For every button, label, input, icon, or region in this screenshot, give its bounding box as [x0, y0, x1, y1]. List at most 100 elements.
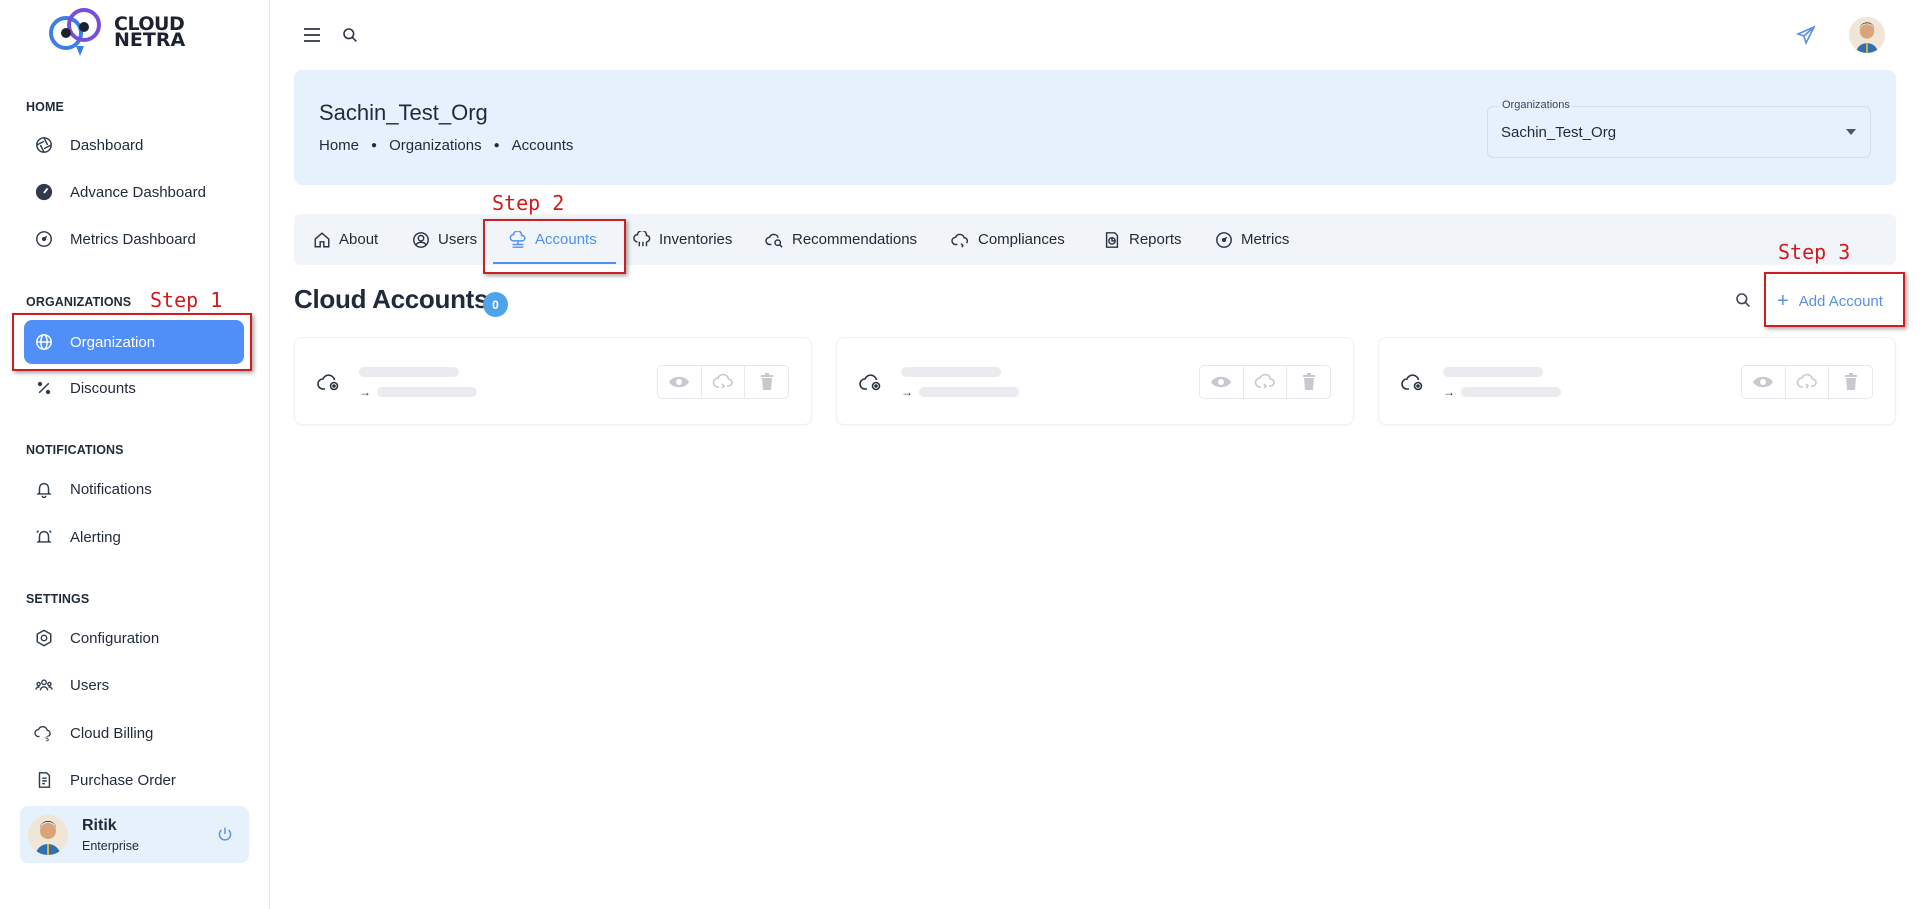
skeleton-line	[1443, 367, 1543, 377]
view-button[interactable]	[1742, 366, 1785, 398]
tab-inventories[interactable]: Inventories	[632, 214, 732, 265]
user-card[interactable]: Ritik Enterprise	[20, 806, 249, 863]
cloud-sync-icon	[1254, 373, 1275, 389]
sidebar-item-purchase-order[interactable]: Purchase Order	[24, 759, 244, 801]
tab-metrics[interactable]: Metrics	[1214, 214, 1289, 265]
cloud-location-icon	[859, 371, 885, 395]
skeleton-line	[901, 367, 1001, 377]
sidebar-item-label: Alerting	[70, 528, 121, 546]
alarm-icon	[34, 527, 54, 547]
trash-icon	[760, 373, 773, 390]
step1-label: Step 1	[150, 288, 223, 312]
cloud-stack-icon	[632, 230, 652, 250]
breadcrumb-home[interactable]: Home	[319, 137, 359, 154]
sidebar-item-users[interactable]: Users	[24, 664, 244, 706]
logo-line2: NETRA	[114, 29, 186, 51]
percent-icon	[34, 378, 54, 398]
gauge-icon	[1214, 230, 1234, 250]
cloudnetra-logo[interactable]: CLOUD NETRA	[48, 6, 204, 58]
report-icon	[1102, 230, 1122, 250]
logout-button[interactable]	[215, 824, 235, 844]
svg-text:$: $	[45, 734, 50, 742]
delete-button[interactable]	[744, 366, 788, 398]
tab-label: Reports	[1129, 231, 1182, 248]
sidebar-item-cloud-billing[interactable]: $ Cloud Billing	[24, 712, 244, 754]
accounts-search-button[interactable]	[1731, 288, 1755, 312]
sidebar-item-notifications[interactable]: Notifications	[24, 468, 244, 510]
sidebar-item-configuration[interactable]: Configuration	[24, 617, 244, 659]
sidebar-item-metrics-dashboard[interactable]: Metrics Dashboard	[24, 218, 244, 260]
delete-button[interactable]	[1286, 366, 1330, 398]
logo-mark-icon	[49, 8, 101, 56]
tab-users[interactable]: Users	[411, 214, 477, 265]
eye-icon	[669, 376, 690, 388]
tab-compliances[interactable]: Compliances	[951, 214, 1065, 265]
breadcrumb: Home ● Organizations ● Accounts	[319, 137, 573, 154]
eye-icon	[1753, 376, 1774, 388]
organization-select[interactable]: Organizations Sachin_Test_Org	[1487, 99, 1871, 158]
section-heading: Cloud Accounts	[294, 284, 489, 314]
step1-highlight	[12, 313, 252, 371]
user-name: Ritik	[82, 816, 117, 834]
sidebar-item-alerting[interactable]: Alerting	[24, 516, 244, 558]
hamburger-icon	[304, 28, 320, 42]
breadcrumb-organizations[interactable]: Organizations	[389, 137, 482, 154]
search-icon	[343, 28, 357, 42]
tab-about[interactable]: About	[312, 214, 378, 265]
view-button[interactable]	[1200, 366, 1243, 398]
search-icon	[1736, 293, 1750, 307]
power-icon	[218, 827, 232, 841]
profile-avatar[interactable]	[1849, 17, 1885, 53]
sidebar-item-discounts[interactable]: Discounts	[24, 367, 244, 409]
aperture-icon	[34, 135, 54, 155]
step3-highlight	[1764, 272, 1905, 327]
view-button[interactable]	[658, 366, 701, 398]
sidebar-item-label: Purchase Order	[70, 771, 176, 789]
tab-label: About	[339, 231, 379, 248]
sync-button[interactable]	[1242, 366, 1287, 398]
sync-button[interactable]	[1784, 366, 1829, 398]
sidebar-item-dashboard[interactable]: Dashboard	[24, 124, 244, 166]
arrow-right-icon: →	[359, 385, 371, 399]
avatar-image	[1849, 17, 1885, 53]
sidebar-item-label: Discounts	[70, 379, 136, 397]
breadcrumb-separator: ●	[493, 140, 500, 151]
section-notifications: NOTIFICATIONS	[26, 443, 124, 457]
cloud-dollar-icon: $	[34, 723, 54, 743]
user-circle-icon	[411, 230, 431, 250]
sidebar-item-advance-dashboard[interactable]: Advance Dashboard	[24, 171, 244, 213]
tab-recommendations[interactable]: Recommendations	[765, 214, 917, 265]
skeleton-line	[377, 387, 477, 397]
cloud-location-icon	[1401, 371, 1427, 395]
card-actions	[1199, 365, 1331, 399]
user-role: Enterprise	[82, 838, 139, 853]
send-button[interactable]	[1794, 23, 1818, 47]
tab-reports[interactable]: Reports	[1102, 214, 1182, 265]
sidebar: CLOUD NETRA HOME Dashboard Advance Dashb…	[0, 0, 270, 909]
breadcrumb-separator: ●	[371, 140, 378, 151]
cloud-check-icon	[951, 230, 971, 250]
users-icon	[34, 675, 54, 695]
paper-plane-icon	[1796, 25, 1816, 45]
menu-toggle-button[interactable]	[300, 23, 324, 47]
sync-button[interactable]	[700, 366, 745, 398]
delete-button[interactable]	[1828, 366, 1872, 398]
breadcrumb-current: Accounts	[511, 137, 574, 154]
account-card: →	[1378, 337, 1896, 425]
cloud-sync-icon	[1796, 373, 1817, 389]
sidebar-item-label: Configuration	[70, 629, 160, 647]
trash-icon	[1302, 373, 1315, 390]
organization-select-label: Organizations	[1500, 99, 1572, 111]
card-actions	[1741, 365, 1873, 399]
sidebar-item-label: Dashboard	[70, 136, 144, 154]
skeleton-line	[919, 387, 1019, 397]
sidebar-item-label: Cloud Billing	[70, 724, 154, 742]
tab-label: Compliances	[978, 231, 1065, 248]
gauge-icon	[34, 182, 54, 202]
sidebar-item-label: Notifications	[70, 480, 152, 498]
step2-label: Step 2	[492, 191, 565, 215]
account-card: →	[294, 337, 812, 425]
global-search-button[interactable]	[338, 23, 362, 47]
account-card: →	[836, 337, 1354, 425]
eye-icon	[1211, 376, 1232, 388]
